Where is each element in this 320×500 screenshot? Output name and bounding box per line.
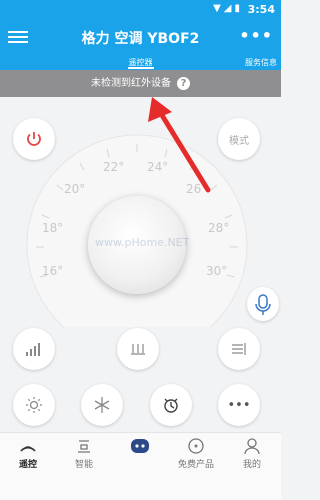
nav-item-free[interactable]: 免费产品 xyxy=(168,433,224,500)
timer-button[interactable] xyxy=(150,384,192,426)
signal-bars-icon xyxy=(26,343,40,356)
status-icons: ▼◢▮ xyxy=(213,3,243,14)
mode-button[interactable]: 模式 xyxy=(218,118,260,160)
temp-label-30: 30° xyxy=(206,264,227,278)
snowflake-icon xyxy=(94,397,110,413)
remote-icon xyxy=(20,446,36,452)
tab-active-indicator xyxy=(128,67,154,69)
status-time: 3:54 xyxy=(247,3,275,16)
temp-label-26: 26° xyxy=(186,182,207,196)
user-icon xyxy=(244,438,260,455)
more-options-button[interactable]: ••• xyxy=(239,26,273,45)
nav-item-me[interactable]: 我的 xyxy=(224,433,280,500)
temp-label-24: 24° xyxy=(147,160,168,174)
temp-label-16: 16° xyxy=(42,264,63,278)
temp-label-28: 28° xyxy=(208,221,229,235)
swing-horizontal-icon xyxy=(232,343,246,355)
nav-item-robot[interactable] xyxy=(112,433,168,500)
alarm-clock-icon xyxy=(164,398,178,413)
watermark-text: www.pHome.NET xyxy=(95,236,190,249)
status-bar: ▼◢▮ 3:54 xyxy=(0,0,281,20)
free-products-icon xyxy=(188,438,204,454)
swing-vertical-icon xyxy=(131,344,145,355)
heat-mode-button[interactable] xyxy=(13,384,55,426)
temp-label-18: 18° xyxy=(42,221,63,235)
power-icon xyxy=(27,132,41,146)
robot-icon xyxy=(131,439,149,453)
bottom-nav: 遥控 智能 免费产品 我的 xyxy=(0,432,281,500)
smart-icon xyxy=(78,440,90,453)
ir-notice-text: 未检测到红外设备 xyxy=(91,78,171,89)
nav-label-free: 免费产品 xyxy=(177,460,214,470)
sun-icon xyxy=(26,397,42,413)
vertical-swing-button[interactable] xyxy=(117,328,159,370)
tab-service-info[interactable]: 服务信息 xyxy=(245,57,277,68)
temp-label-20: 20° xyxy=(64,182,85,196)
nav-label-smart: 智能 xyxy=(74,460,93,470)
nav-item-remote[interactable]: 遥控 xyxy=(0,433,56,500)
title-bar: 格力 空调 YBOF2 ••• 遥控器 服务信息 xyxy=(0,20,281,70)
temp-label-22: 22° xyxy=(103,160,124,174)
cool-mode-button[interactable] xyxy=(81,384,123,426)
help-icon[interactable]: ? xyxy=(177,76,190,90)
nav-label-remote: 遥控 xyxy=(18,460,37,470)
nav-label-me: 我的 xyxy=(242,460,261,470)
voice-button[interactable] xyxy=(247,287,279,321)
horizontal-swing-button[interactable] xyxy=(218,328,260,370)
microphone-icon xyxy=(255,294,271,315)
power-button[interactable] xyxy=(13,118,55,160)
ir-notice-bar: 未检测到红外设备? xyxy=(0,70,281,97)
fan-speed-button[interactable] xyxy=(13,328,55,370)
nav-item-smart[interactable]: 智能 xyxy=(56,433,112,500)
more-functions-button[interactable]: ••• xyxy=(218,384,260,426)
